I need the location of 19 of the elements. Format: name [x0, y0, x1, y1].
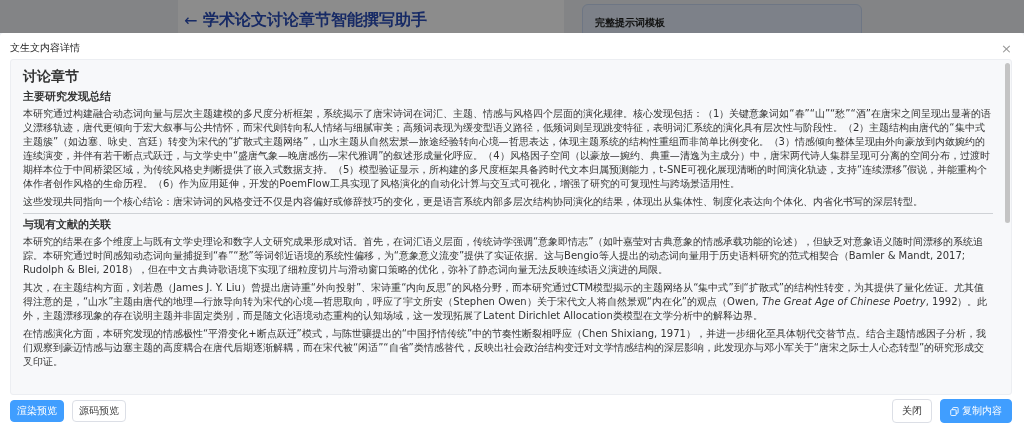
- view-tab[interactable]: 源码预览: [72, 400, 126, 422]
- paragraph: 本研究的结果在多个维度上与既有文学史理论和数字人文研究成果形成对话。首先，在词汇语义层面，传统诗学强调“意象即情志”（如叶嘉莹对古典意象的情感承载功能的论述），但缺乏对意象语义随时间漂移的系统追踪。本研究通过时间感知动态词向量捕捉到“春”“愁”等词邻近语境的系统性偏移，为“意象意义流变”提供了实证依据。这与Bengio等人提出的动态词向量用于历史语料研究的范式相契合（Bamler & Mandt, 2017; Rudolph & Blei, 2018），但在中文古典诗歌语境下实现了细粒度切片与滑动窗口策略的优化，弥补了静态词向量无法反映连续语义演进的局限。: [23, 235, 985, 277]
- close-dialog-button[interactable]: 关闭: [892, 399, 932, 423]
- paragraph: 其次，在主题结构方面，刘若愚（James J. Y. Liu）曾提出唐诗重“外向投射”、宋诗重“内向反思”的风格分野，而本研究通过CTM模型揭示的主题网络从“集中式”到“扩散式”的结构性转变，为其提供了量化佐证。尤其值得注意的是，“山水”主题由唐代的地理—行旅导向转为宋代的心境—哲思取向，呼应了宇文所安（Stephen Owen）关于宋代文人将自然景观“内在化”的观点（Owen, The Great Age of Chinese Poetry, 1992）。此外，主题漂移现象的存在说明主题并非固定类别，而是随文化语境动态重构的认知场域，这一发现拓展了Latent Dirichlet Allocation类模型在文学分析中的解释边界。: [23, 281, 989, 323]
- dialog-title: 文生文内容详情: [10, 41, 80, 55]
- view-tab[interactable]: 渲染预览: [10, 400, 64, 422]
- scrollbar[interactable]: [1005, 63, 1010, 223]
- document-heading: 讨论章节: [23, 68, 80, 86]
- card-title: 完整提示词模板: [595, 17, 665, 28]
- paragraph: 在情感演化方面，本研究发现的情感极性“平滑变化+断点跃迁”模式，与陈世骧提出的“中国抒情传统”中的节奏性断裂相呼应（Chen Shixiang, 1971），并进一步细化至具体朝代交替节点。结合主题情感因子分析，我们观察到豪迈情感与边塞主题的高度耦合在唐代后期逐渐解耦，而在宋代被“闲适”“自省”类情感替代，反映出社会政治结构变迁对文学情感结构的深层影响，此发现亦与邓小军关于“唐宋之际士人心态转型”的研究形成交叉印证。: [23, 327, 987, 369]
- paragraph: 这些发现共同指向一个核心结论：唐宋诗词的风格变迁不仅是内容偏好或修辞技巧的变化，更是语言系统内部多层次结构协同演化的结果，体现出从集体性、制度化表达向个体化、内省化书写的深层转型。: [23, 195, 924, 209]
- copy-button[interactable]: 复制内容: [940, 399, 1012, 423]
- close-button[interactable]: ×: [999, 41, 1014, 55]
- page-title: 学术论文讨论章节智能撰写助手: [203, 9, 428, 31]
- back-arrow[interactable]: ←: [184, 10, 198, 30]
- section-title: 主要研究发现总结: [23, 90, 112, 104]
- copy-icon: [950, 406, 959, 416]
- paragraph: 本研究通过构建融合动态词向量与层次主题建模的多尺度分析框架，系统揭示了唐宋诗词在词汇、主题、情感与风格四个层面的演化规律。核心发现包括：（1）关键意象词如“春”“山”“愁”“酒”在唐宋之间呈现出显著的语义漂移轨迹，唐代更倾向于宏大叙事与公共情怀，而宋代则转向私人情绪与细腻审美；高频词表现为缓变型语义路径，低频词则呈现跳变特征，表明词汇系统的演化具有层次性与阶段性。（2）主题结构由唐代的“集中式主题簇”（如边塞、咏史、宫廷）转变为宋代的“扩散式主题网络”，山水主题从自然宏景—旅途经验转向心境—哲思表达，体现主题系统的结构性重组而非简单比例变化。（3）情感倾向整体呈现由外向豪放到内敛婉约的连续演变，并伴有若干断点式跃迁，与文学史中“盛唐气象—晚唐感伤—宋代雅调”的叙述形成量化呼应。（4）风格因子空间（以豪放—婉约、典重—清逸为主成分）中，唐宋两代诗人集群呈现可分离的空间分布，过渡时期样本位于中间桥梁区域，为传统风格史判断提供了嵌入式数据支持。（5）模型验证显示，所构建的多尺度框架具备跨时代文本归属预测能力，t-SNE可视化展现清晰的时间演化轨迹，支持“连续漂移”假说，并能重构个体作者创作风格的生命历程。（6）作为应用延伸，开发的PoemFlow工具实现了风格演化的自动化计算与交互式可视化，增强了研究的可复现性与跨场景适用性。: [23, 107, 992, 191]
- section-title: 与现有文献的关联: [23, 218, 112, 232]
